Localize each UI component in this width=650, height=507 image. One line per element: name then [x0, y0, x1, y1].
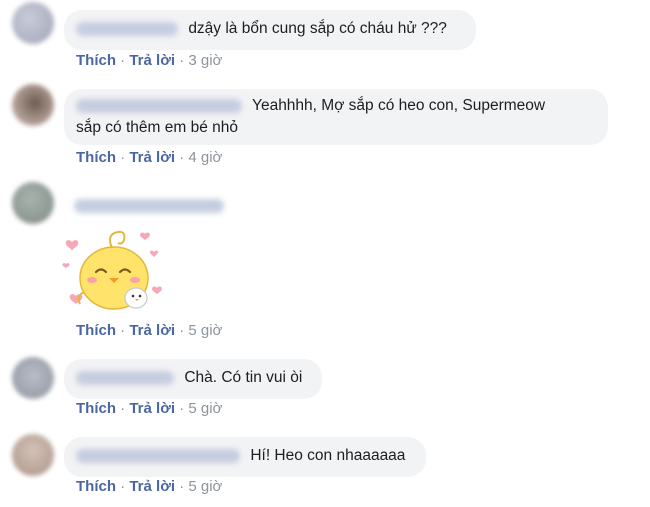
reply-button[interactable]: Trả lời [129, 52, 175, 69]
comment-bubble: Hí! Heo con nhaaaaaa [64, 437, 426, 477]
comment-text-line1: Yeahhhh, Mợ sắp có heo con, Supermeow [252, 97, 546, 114]
timestamp[interactable]: 5 giờ [188, 322, 222, 339]
separator: · [120, 400, 126, 417]
comment-text: Hí! Heo con nhaaaaaa [250, 447, 406, 464]
timestamp[interactable]: 5 giờ [188, 400, 222, 417]
separator: · [179, 322, 185, 339]
timestamp[interactable]: 3 giờ [188, 52, 222, 69]
avatar[interactable] [12, 182, 54, 224]
reply-button[interactable]: Trả lời [129, 478, 175, 495]
comment-actions: Thích · Trả lời · 5 giờ [76, 400, 222, 417]
like-button[interactable]: Thích [76, 400, 116, 417]
comment-text: Chà. Có tin vui òi [184, 369, 303, 386]
yellow-chick-sticker [62, 222, 170, 314]
avatar[interactable] [12, 434, 54, 476]
separator: · [120, 322, 126, 339]
timestamp[interactable]: 4 giờ [188, 149, 222, 166]
comment-actions: Thích · Trả lời · 4 giờ [76, 149, 222, 166]
avatar[interactable] [12, 84, 54, 126]
author-name-blurred[interactable] [74, 199, 224, 213]
author-name-blurred[interactable] [76, 370, 174, 385]
reply-button[interactable]: Trả lời [129, 149, 175, 166]
timestamp[interactable]: 5 giờ [188, 478, 222, 495]
separator: · [120, 478, 126, 495]
like-button[interactable]: Thích [76, 149, 116, 166]
comment-actions: Thích · Trả lời · 5 giờ [76, 478, 222, 495]
avatar[interactable] [12, 357, 54, 399]
author-name-blurred[interactable] [76, 448, 240, 463]
comment-actions: Thích · Trả lời · 5 giờ [76, 322, 222, 339]
author-name-blurred[interactable] [76, 21, 178, 36]
comment-actions: Thích · Trả lời · 3 giờ [76, 52, 222, 69]
like-button[interactable]: Thích [76, 52, 116, 69]
separator: · [179, 400, 185, 417]
comment-bubble: Yeahhhh, Mợ sắp có heo con, Supermeow sắ… [64, 89, 608, 145]
separator: · [120, 52, 126, 69]
like-button[interactable]: Thích [76, 322, 116, 339]
comment-bubble: Chà. Có tin vui òi [64, 359, 322, 399]
separator: · [179, 149, 185, 166]
reply-button[interactable]: Trả lời [129, 400, 175, 417]
separator: · [179, 52, 185, 69]
author-name-blurred[interactable] [76, 98, 242, 113]
reply-button[interactable]: Trả lời [129, 322, 175, 339]
separator: · [120, 149, 126, 166]
avatar[interactable] [12, 2, 54, 44]
comment-text: dzậy là bổn cung sắp có cháu hử ??? [188, 20, 447, 37]
comment-text-line2: sắp có thêm em bé nhỏ [76, 119, 238, 136]
separator: · [179, 478, 185, 495]
like-button[interactable]: Thích [76, 478, 116, 495]
comment-bubble: dzậy là bổn cung sắp có cháu hử ??? [64, 10, 476, 50]
